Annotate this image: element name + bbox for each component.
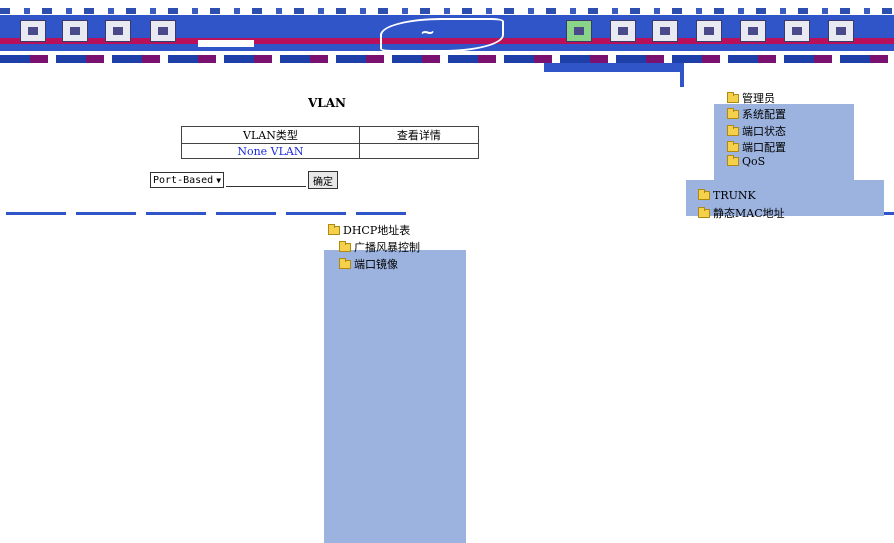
nav-item-admin[interactable]: 管理员: [727, 90, 775, 106]
folder-icon: [698, 206, 710, 218]
nav-item-qos[interactable]: QoS: [727, 155, 765, 168]
nav-item-label: 管理员: [742, 92, 775, 105]
nav-item-label: 系统配置: [742, 108, 786, 121]
folder-icon: [339, 240, 351, 252]
nav-item-trunk[interactable]: TRUNK: [698, 189, 756, 202]
main-content: VLAN VLAN类型 查看详情 None VLAN Port-Based ▼ …: [0, 72, 680, 212]
switch-port-icon[interactable]: [105, 20, 131, 42]
nav-item-label: DHCP地址表: [343, 224, 411, 237]
folder-icon: [328, 223, 340, 235]
switch-port-icon[interactable]: [740, 20, 766, 42]
switch-port-icon[interactable]: [62, 20, 88, 42]
folder-icon: [727, 155, 739, 166]
details-cell: [358, 143, 480, 159]
vlan-type-cell: None VLAN: [181, 143, 360, 159]
folder-icon: [727, 107, 739, 119]
vlan-type-link[interactable]: None VLAN: [237, 145, 303, 158]
table-row: None VLAN: [181, 143, 480, 159]
brand-logo-icon: [380, 18, 504, 52]
nav-item-port-mirror[interactable]: 端口镜像: [339, 256, 398, 272]
vlan-type-select[interactable]: Port-Based ▼: [150, 172, 225, 188]
vlan-type-form: Port-Based ▼ 确定: [150, 171, 339, 189]
column-header-vlan-type: VLAN类型: [181, 126, 360, 144]
switch-port-icon[interactable]: [20, 20, 46, 42]
nav-item-system-config[interactable]: 系统配置: [727, 106, 786, 122]
nav-item-label: QoS: [742, 155, 766, 168]
header-banner: ~: [0, 0, 894, 72]
switch-port-icon[interactable]: [828, 20, 854, 42]
nav-item-dhcp-table[interactable]: DHCP地址表: [328, 222, 410, 238]
column-header-details: 查看详情: [358, 126, 480, 144]
nav-item-port-status[interactable]: 端口状态: [727, 123, 786, 139]
folder-icon: [698, 189, 710, 200]
nav-item-static-mac[interactable]: 静态MAC地址: [698, 205, 785, 221]
nav-item-port-config[interactable]: 端口配置: [727, 139, 786, 155]
page-title: VLAN: [308, 96, 347, 110]
switch-port-icon[interactable]: [150, 20, 176, 42]
folder-icon: [727, 140, 739, 152]
banner-port-numbers: [0, 8, 894, 14]
switch-port-icon[interactable]: [696, 20, 722, 42]
switch-port-icon[interactable]: [784, 20, 810, 42]
nav-item-label: TRUNK: [713, 189, 756, 202]
content-divider: [6, 212, 406, 215]
switch-port-icon[interactable]: [610, 20, 636, 42]
nav-item-label: 端口镜像: [354, 258, 398, 271]
nav-item-label: 端口配置: [742, 141, 786, 154]
nav-item-label: 广播风暴控制: [354, 241, 420, 254]
vlan-type-select-value: Port-Based: [153, 174, 214, 186]
brand-logo-icon: ~: [420, 22, 436, 43]
folder-icon: [727, 124, 739, 136]
switch-port-icon[interactable]: [566, 20, 592, 42]
folder-icon: [727, 91, 739, 103]
vlan-input[interactable]: [226, 173, 307, 187]
folder-icon: [339, 257, 351, 269]
table-header-row: VLAN类型 查看详情: [181, 126, 480, 144]
banner-field: [198, 40, 254, 47]
nav-menu-panel: [324, 250, 466, 543]
nav-item-broadcast-storm[interactable]: 广播风暴控制: [339, 239, 420, 255]
vlan-table: VLAN类型 查看详情 None VLAN: [181, 126, 480, 159]
switch-port-icon[interactable]: [652, 20, 678, 42]
submit-button[interactable]: 确定: [308, 171, 339, 189]
nav-item-label: 端口状态: [742, 125, 786, 138]
banner-bottom-strip: [0, 55, 894, 63]
nav-item-label: 静态MAC地址: [713, 207, 785, 220]
chevron-down-icon: ▼: [216, 175, 222, 185]
